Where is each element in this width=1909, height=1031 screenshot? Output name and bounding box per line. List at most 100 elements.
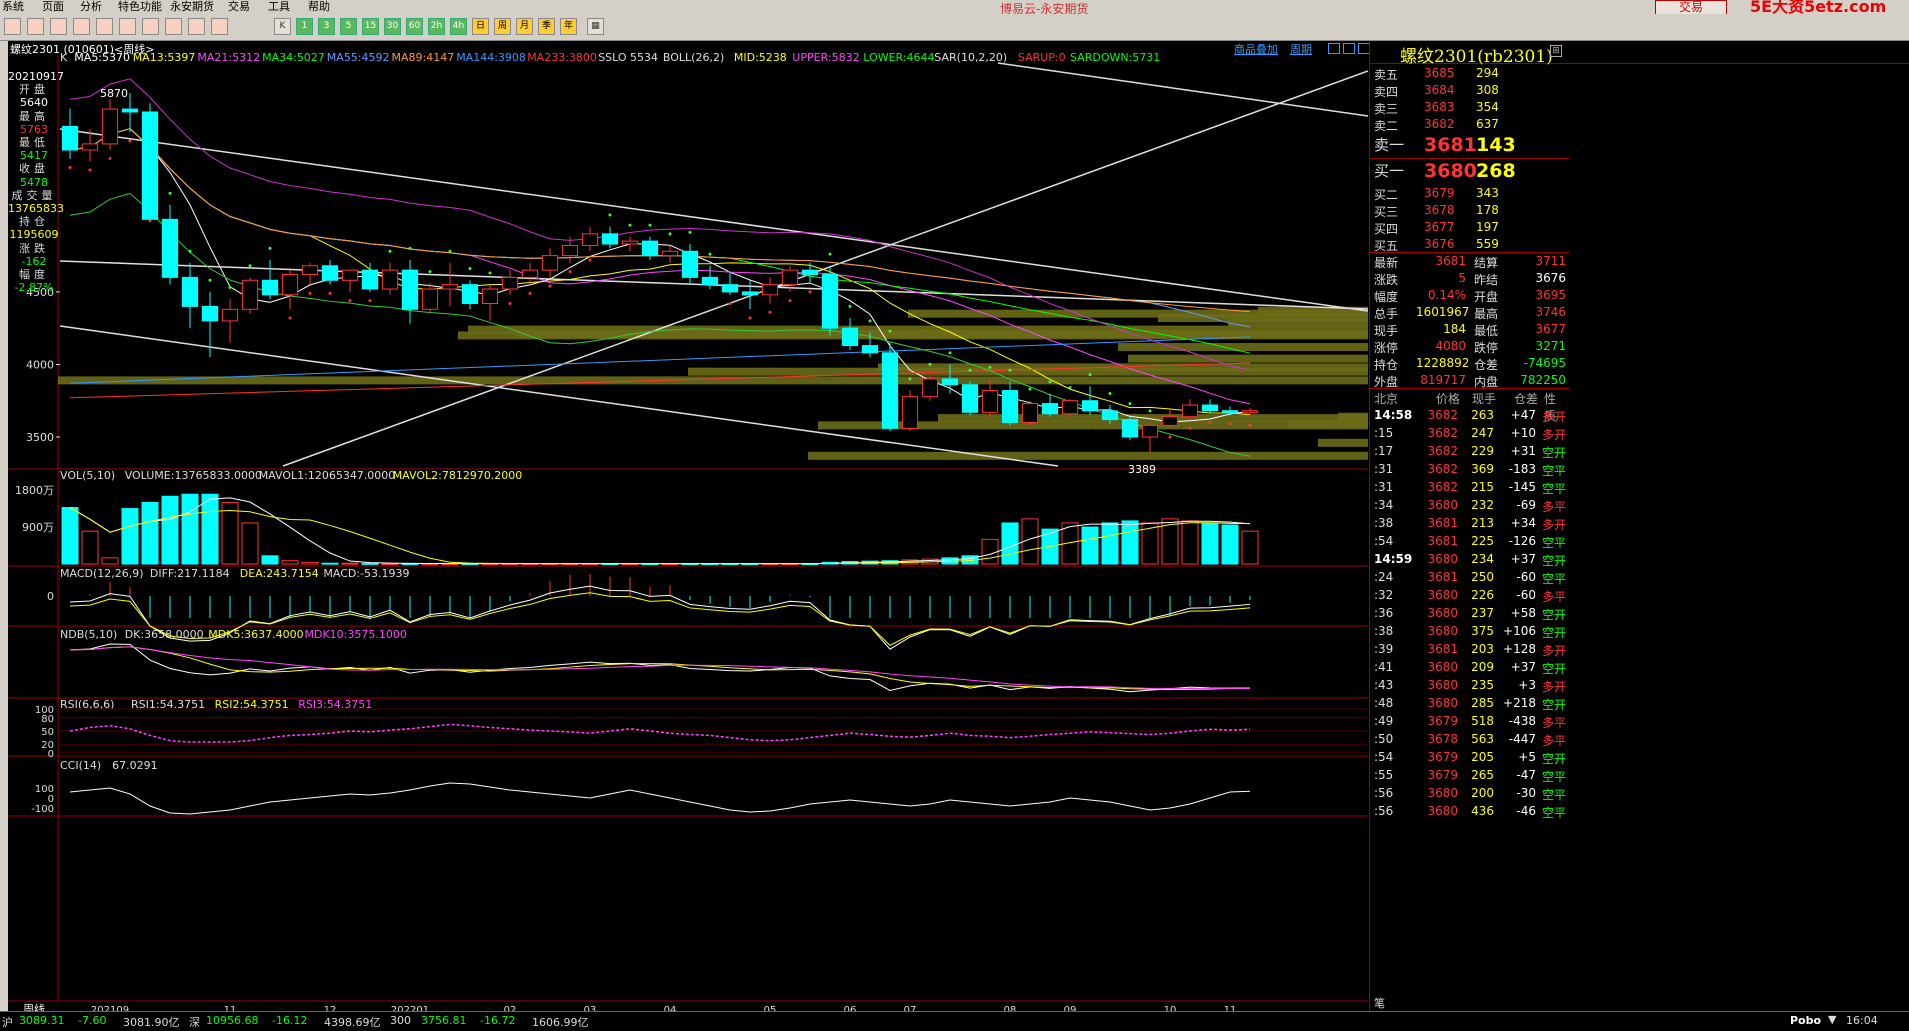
ask-row[interactable]: 卖五 3685 294 xyxy=(1372,65,1567,82)
candle-body xyxy=(981,390,999,413)
menu-tools[interactable]: 工具 xyxy=(268,0,290,13)
quote-level-price: 3681 xyxy=(1424,134,1477,156)
tick-row[interactable]: :56 3680 200 -30 空平 xyxy=(1372,785,1567,803)
tick-row[interactable]: 14:58 3682 263 +47 多开 xyxy=(1372,407,1567,425)
tick-price: 3680 xyxy=(1427,678,1458,692)
period-button-13[interactable]: 年 xyxy=(560,18,577,35)
tick-row[interactable]: :38 3681 213 +34 多开 xyxy=(1372,515,1567,533)
tick-row[interactable]: :41 3680 209 +37 空开 xyxy=(1372,659,1567,677)
menu-page[interactable]: 页面 xyxy=(42,0,64,13)
period-button-1[interactable]: 1 xyxy=(296,18,313,35)
period-button-5[interactable]: 30 xyxy=(384,18,401,35)
period-button-8[interactable]: 4h xyxy=(450,18,467,35)
tick-row[interactable]: :55 3679 265 -47 空平 xyxy=(1372,767,1567,785)
tick-row[interactable]: :50 3678 563 -447 多平 xyxy=(1372,731,1567,749)
quote-level-volume: 343 xyxy=(1476,186,1499,200)
tick-row[interactable]: :36 3680 237 +58 空开 xyxy=(1372,605,1567,623)
period-button-12[interactable]: 季 xyxy=(538,18,555,35)
ndb-legend-item: NDB(5,10) xyxy=(60,628,117,641)
kline-chart[interactable]: K MA5:5370 MA13:5397 MA21:5312 MA34:5027 MA55… xyxy=(8,41,1368,1011)
tick-mode-label[interactable]: 笔 xyxy=(1374,995,1385,1011)
ask-row[interactable]: 卖三 3683 354 xyxy=(1372,99,1567,116)
status-item: 4398.69亿 xyxy=(324,1016,381,1029)
ask-row[interactable]: 卖四 3684 308 xyxy=(1372,82,1567,99)
period-button-3[interactable]: 5 xyxy=(340,18,357,35)
tick-row[interactable]: :48 3680 285 +218 空开 xyxy=(1372,695,1567,713)
left-side-tabs[interactable] xyxy=(0,41,8,1011)
tick-price: 3680 xyxy=(1427,624,1458,638)
stat-label: 幅度 xyxy=(1374,290,1399,304)
chart-panel[interactable]: K MA5:5370 MA13:5397 MA21:5312 MA34:5027 MA55… xyxy=(8,41,1368,1011)
period-link[interactable]: 周期 xyxy=(1290,41,1312,57)
tick-row[interactable]: :38 3680 375 +106 空开 xyxy=(1372,623,1567,641)
bid-row[interactable]: 买一 3680 268 xyxy=(1372,159,1567,183)
indicator-icon[interactable] xyxy=(142,18,159,35)
zoom-out-icon[interactable] xyxy=(119,18,136,35)
rsi-tick-label: 80 xyxy=(41,714,54,725)
back-icon[interactable] xyxy=(27,18,44,35)
candle-body xyxy=(541,255,559,271)
home-icon[interactable] xyxy=(4,18,21,35)
menu-help[interactable]: 帮助 xyxy=(308,0,330,13)
tick-row[interactable]: :31 3682 369 -183 空平 xyxy=(1372,461,1567,479)
bid-row[interactable]: 买四 3677 197 xyxy=(1372,219,1567,236)
period-button-0[interactable]: K xyxy=(274,18,291,35)
maximize-icon[interactable] xyxy=(1343,43,1355,54)
quote-expand-icon[interactable]: ⊞ xyxy=(1550,45,1562,57)
stat-value: 1228892 xyxy=(1416,356,1470,370)
tick-row[interactable]: :15 3682 247 +10 多开 xyxy=(1372,425,1567,443)
quote-level-price: 3680 xyxy=(1424,160,1477,182)
tick-row[interactable]: :34 3680 232 -69 多平 xyxy=(1372,497,1567,515)
ask-row[interactable]: 卖二 3682 637 xyxy=(1372,116,1567,133)
window-icon[interactable] xyxy=(211,18,228,35)
sar-dot xyxy=(848,304,852,308)
bid-row[interactable]: 买五 3676 559 xyxy=(1372,236,1567,253)
sar-dot xyxy=(908,377,912,381)
period-button-10[interactable]: 周 xyxy=(494,18,511,35)
period-button-7[interactable]: 2h xyxy=(428,18,445,35)
sar-dot xyxy=(1108,391,1112,395)
calculator-icon[interactable]: ▦ xyxy=(587,18,604,35)
bell-icon[interactable] xyxy=(188,18,205,35)
tick-row[interactable]: :54 3681 225 -126 空平 xyxy=(1372,533,1567,551)
tick-row[interactable]: 14:59 3680 234 +37 空开 xyxy=(1372,551,1567,569)
candle-body xyxy=(961,384,979,413)
period-button-11[interactable]: 月 xyxy=(516,18,533,35)
stat-label: 仓差 xyxy=(1474,358,1499,372)
overlay-link[interactable]: 商品叠加 xyxy=(1234,41,1278,57)
tick-row[interactable]: :56 3680 436 -46 空平 xyxy=(1372,803,1567,821)
tick-row[interactable]: :17 3682 229 +31 空开 xyxy=(1372,443,1567,461)
menu-system[interactable]: 系统 xyxy=(2,0,24,13)
candle-body xyxy=(721,284,739,293)
quote-level-volume: 354 xyxy=(1476,100,1499,114)
draw-icon[interactable] xyxy=(165,18,182,35)
tick-type: 空开 xyxy=(1542,698,1567,712)
quote-level-volume: 268 xyxy=(1476,160,1516,182)
candle-body xyxy=(281,273,299,296)
period-button-9[interactable]: 日 xyxy=(472,18,489,35)
list-icon[interactable] xyxy=(73,18,90,35)
candle-body xyxy=(841,327,859,347)
folder-icon[interactable] xyxy=(50,18,67,35)
tick-row[interactable]: :31 3682 215 -145 空平 xyxy=(1372,479,1567,497)
tick-row[interactable]: :39 3681 203 +128 多开 xyxy=(1372,641,1567,659)
period-button-6[interactable]: 60 xyxy=(406,18,423,35)
bid-row[interactable]: 买三 3678 178 xyxy=(1372,202,1567,219)
tick-row[interactable]: :24 3681 250 -60 空平 xyxy=(1372,569,1567,587)
sar-dot xyxy=(428,270,432,274)
restore-icon[interactable] xyxy=(1328,43,1340,54)
tick-row[interactable]: :32 3680 226 -60 多平 xyxy=(1372,587,1567,605)
menu-yongan[interactable]: 永安期货 xyxy=(170,0,214,13)
ask-row[interactable]: 卖一 3681 143 xyxy=(1372,133,1567,157)
period-button-2[interactable]: 3 xyxy=(318,18,335,35)
menu-features[interactable]: 特色功能 xyxy=(118,0,162,13)
volume-bar xyxy=(141,501,159,565)
zoom-in-icon[interactable] xyxy=(96,18,113,35)
tick-row[interactable]: :43 3680 235 +3 多开 xyxy=(1372,677,1567,695)
tick-row[interactable]: :54 3679 205 +5 空开 xyxy=(1372,749,1567,767)
menu-analysis[interactable]: 分析 xyxy=(80,0,102,13)
menu-trade[interactable]: 交易 xyxy=(228,0,250,13)
tick-row[interactable]: :49 3679 518 -438 多平 xyxy=(1372,713,1567,731)
period-button-4[interactable]: 15 xyxy=(362,18,379,35)
bid-row[interactable]: 买二 3679 343 xyxy=(1372,185,1567,202)
